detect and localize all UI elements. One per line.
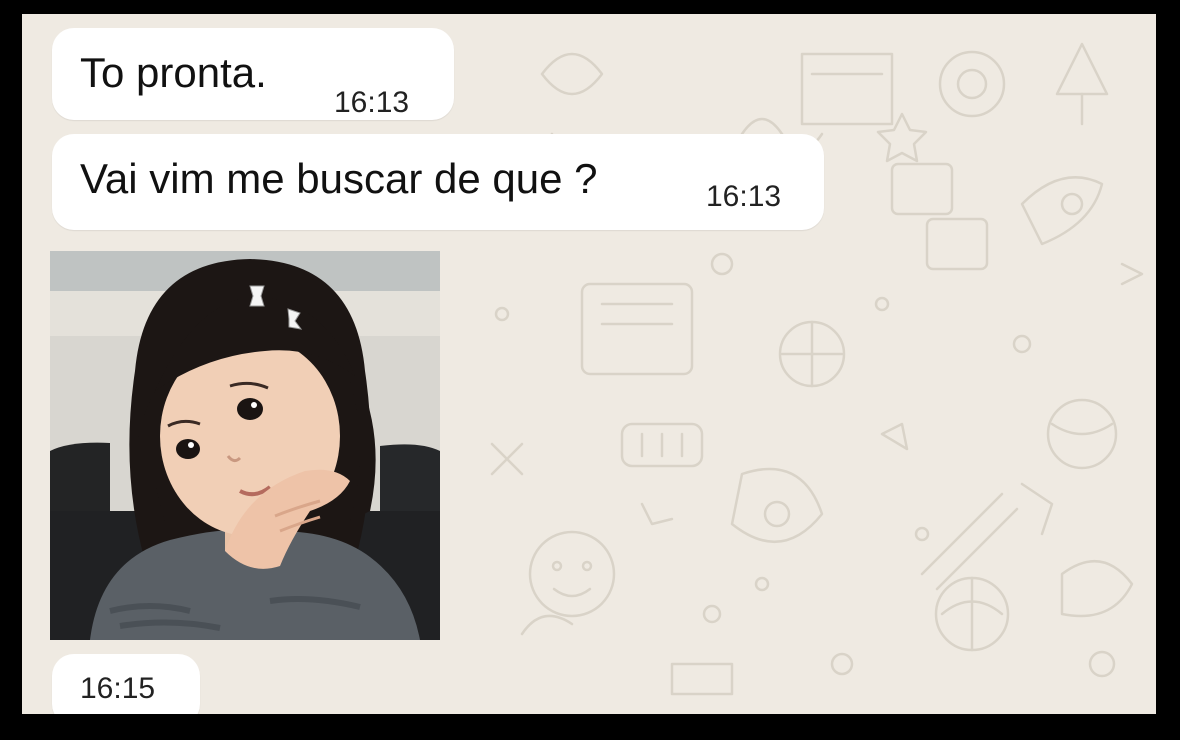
message-text: Vai vim me buscar de que ?: [80, 155, 598, 202]
girl-photo: [50, 251, 440, 640]
message-time: 16:13: [706, 180, 782, 213]
chat-wallpaper: To pronta. 16:13 Vai vim me buscar de qu…: [22, 14, 1156, 714]
message-text: To pronta.: [80, 49, 267, 96]
message-bubble[interactable]: 16:15: [52, 654, 200, 714]
message-bubble[interactable]: Vai vim me buscar de que ? 16:13: [52, 134, 824, 230]
message-time: 16:13: [334, 86, 410, 119]
screen-frame: To pronta. 16:13 Vai vim me buscar de qu…: [0, 0, 1180, 740]
photo-message[interactable]: [50, 251, 440, 640]
message-bubble[interactable]: To pronta. 16:13: [52, 28, 454, 120]
message-time: 16:15: [80, 672, 156, 705]
